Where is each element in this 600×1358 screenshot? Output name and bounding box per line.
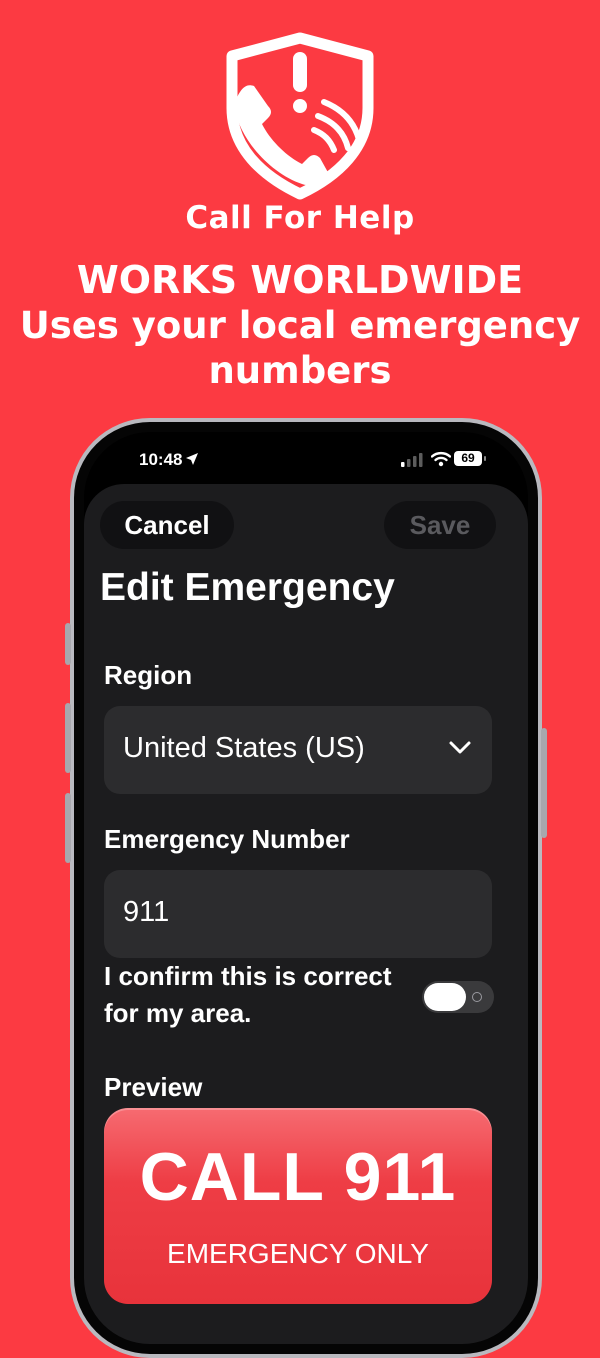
wifi-icon	[431, 451, 451, 467]
toggle-off-indicator-icon	[472, 992, 482, 1002]
headline-line-1: WORKS WORLDWIDE	[76, 258, 524, 302]
region-select[interactable]: United States (US)	[104, 706, 492, 794]
app-name: Call For Help	[185, 200, 415, 236]
confirm-toggle[interactable]	[422, 981, 494, 1013]
status-bar: 10:48 69	[84, 432, 528, 492]
action-button	[65, 623, 71, 665]
emergency-number-value: 911	[123, 896, 170, 928]
region-label: Region	[104, 660, 193, 690]
volume-down-button	[65, 793, 71, 863]
marketing-headline: WORKS WORLDWIDE Uses your local emergenc…	[0, 258, 600, 393]
phone-screen: 10:48 69 Cancel Save Edit Emergency Regi…	[84, 432, 528, 1344]
cancel-button[interactable]: Cancel	[100, 501, 234, 549]
location-arrow-icon	[186, 453, 198, 465]
call-button-subtext: EMERGENCY ONLY	[167, 1238, 429, 1269]
call-emergency-button[interactable]: CALL 911 EMERGENCY ONLY	[104, 1108, 492, 1304]
headline-line-2: Uses your local emergency	[19, 304, 581, 347]
battery-icon: 69	[454, 451, 486, 466]
chevron-down-icon	[449, 741, 471, 754]
emergency-number-label: Emergency Number	[104, 824, 350, 854]
shield-phone-logo-icon	[226, 32, 374, 200]
page-title: Edit Emergency	[100, 566, 395, 609]
headline-line-3: numbers	[208, 349, 392, 392]
preview-label: Preview	[104, 1072, 203, 1102]
emergency-number-field[interactable]: 911	[104, 870, 492, 958]
edit-sheet: Cancel Save Edit Emergency Region United…	[84, 484, 528, 1344]
signal-icon	[401, 453, 423, 467]
confirm-label: I confirm this is correct for my area.	[104, 961, 392, 1028]
region-value: United States (US)	[123, 732, 365, 764]
power-button	[541, 728, 547, 838]
toggle-knob	[424, 983, 466, 1011]
status-time: 10:48	[139, 450, 183, 469]
phone-frame: 10:48 69 Cancel Save Edit Emergency Regi…	[65, 418, 547, 1358]
volume-up-button	[65, 703, 71, 773]
call-button-text: CALL 911	[139, 1139, 457, 1215]
save-button[interactable]: Save	[384, 501, 496, 549]
